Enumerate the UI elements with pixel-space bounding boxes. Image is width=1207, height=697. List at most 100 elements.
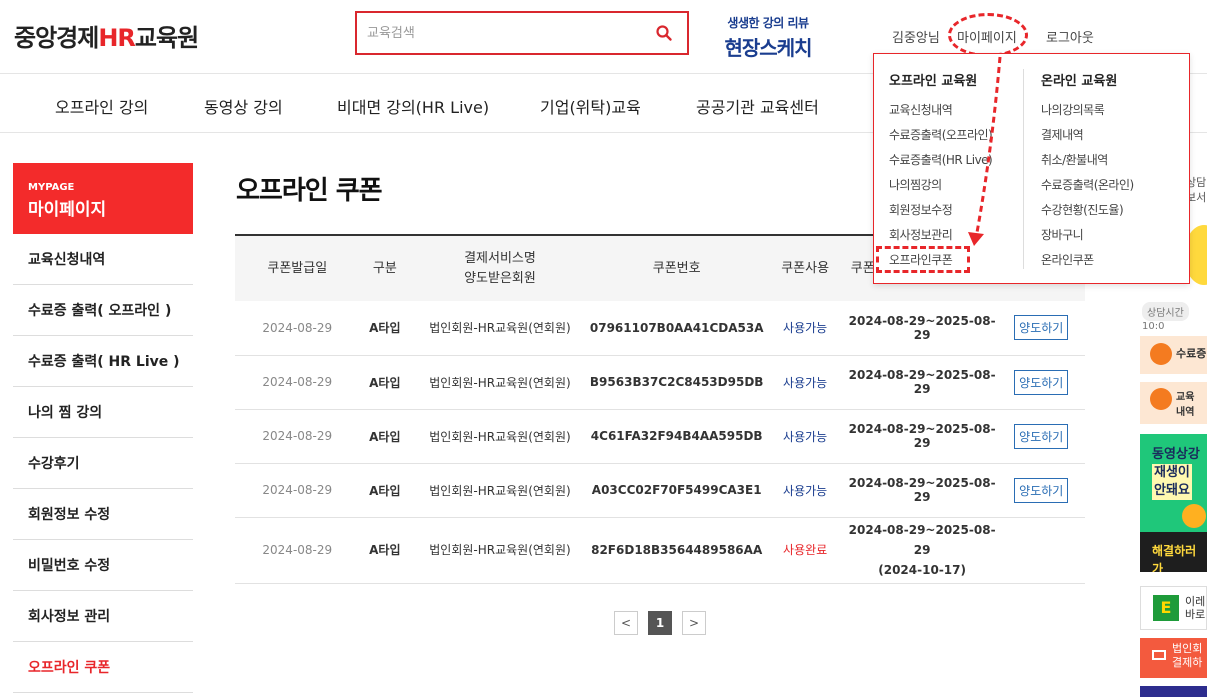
video-help-line3: 안돼요: [1152, 482, 1192, 500]
video-help-bottom: 해결하러 가: [1140, 532, 1207, 572]
sidebar-item-certificate-hrlive[interactable]: 수료증 출력( HR Live ): [13, 336, 193, 387]
cell-status: 사용가능: [763, 355, 847, 410]
dropdown-item-progress[interactable]: 수강현황(진도율): [1041, 201, 1134, 226]
surprised-emoji-icon: [1182, 504, 1206, 528]
video-help-line2-wrap: 재생이: [1152, 464, 1207, 482]
sidebar-item-reviews[interactable]: 수강후기: [13, 438, 193, 489]
cell-service: 법인회원-HR교육원(연회원): [410, 301, 590, 356]
dropdown-item-online-coupon[interactable]: 온라인쿠폰: [1041, 251, 1134, 276]
certificate-quick-banner[interactable]: 수료증: [1140, 336, 1207, 374]
logout-link[interactable]: 로그아웃: [1046, 27, 1094, 46]
cell-status: 사용완료: [763, 517, 847, 584]
certificate-icon: [1150, 343, 1172, 365]
dropdown-online-list: 나의강의목록 결제내역 취소/환불내역 수료증출력(온라인) 수강현황(진도율)…: [1041, 101, 1134, 276]
cell-type: A타입: [359, 409, 411, 464]
cell-date: 2024-08-29: [235, 517, 360, 584]
e-logo-icon: E: [1153, 595, 1179, 621]
sidebar-item-company-info[interactable]: 회사정보 관리: [13, 591, 193, 642]
corporate-payment-banner[interactable]: 법인회 결제하: [1140, 638, 1207, 678]
search-icon[interactable]: [655, 24, 673, 42]
dropdown-item-refunds[interactable]: 취소/환불내역: [1041, 151, 1134, 176]
cell-status: 사용가능: [763, 301, 847, 356]
cell-date: 2024-08-29: [235, 463, 360, 518]
document-icon: [1150, 388, 1172, 410]
dropdown-online-title: 온라인 교육원: [1041, 74, 1118, 89]
cell-code: 4C61FA32F94B4AA595DB: [589, 409, 764, 464]
dropdown-item-certificate-online[interactable]: 수료증출력(온라인): [1041, 176, 1134, 201]
nav-video-lecture[interactable]: 동영상 강의: [204, 94, 283, 118]
th-issue-date: 쿠폰발급일: [235, 234, 360, 301]
cell-action: [997, 517, 1085, 584]
transfer-button[interactable]: 양도하기: [1014, 315, 1069, 341]
dropdown-item-my-courses[interactable]: 나의강의목록: [1041, 101, 1134, 126]
cell-period: 2024-08-29~2025-08-29: [846, 409, 998, 464]
nav-public-center[interactable]: 공공기관 교육센터: [696, 94, 819, 118]
dropdown-item-certificate-offline[interactable]: 수료증출력(오프라인): [889, 126, 993, 151]
dropdown-item-cart[interactable]: 장바구니: [1041, 226, 1134, 251]
table-row: 2024-08-29 A타입 법인회원-HR교육원(연회원) B9563B37C…: [235, 355, 1085, 410]
card-icon: [1152, 650, 1166, 660]
logo-text-prefix: 중앙경제: [14, 24, 99, 52]
consult-hours-value: 10:0: [1142, 321, 1165, 332]
nav-offline-lecture[interactable]: 오프라인 강의: [55, 94, 148, 118]
cell-service: 법인회원-HR교육원(연회원): [410, 355, 590, 410]
pager-next-button[interactable]: >: [682, 611, 706, 635]
cell-date: 2024-08-29: [235, 301, 360, 356]
cell-service: 법인회원-HR교육원(연회원): [410, 517, 590, 584]
video-help-line1: 동영상강: [1152, 447, 1200, 462]
site-sketch-banner[interactable]: 생생한 강의 리뷰 현장스케치: [710, 14, 826, 61]
table-row: 2024-08-29 A타입 법인회원-HR교육원(연회원) 82F6D18B3…: [235, 517, 1085, 584]
cell-date: 2024-08-29: [235, 355, 360, 410]
dropdown-item-certificate-hrlive[interactable]: 수료증출력(HR Live): [889, 151, 993, 176]
nav-hr-live[interactable]: 비대면 강의(HR Live): [337, 94, 489, 118]
video-help-line2: 재생이: [1152, 464, 1192, 482]
video-help-line3-wrap: 안돼요: [1152, 482, 1207, 500]
cell-status: 사용가능: [763, 409, 847, 464]
sidebar-item-certificate-offline[interactable]: 수료증 출력( 오프라인 ): [13, 285, 193, 336]
cell-date: 2024-08-29: [235, 409, 360, 464]
transfer-button[interactable]: 양도하기: [1014, 477, 1069, 503]
table-row: 2024-08-29 A타입 법인회원-HR교육원(연회원) A03CC02F7…: [235, 463, 1085, 518]
cell-period: 2024-08-29~2025-08-29 (2024-10-17): [846, 517, 998, 584]
sidebar-item-edit-profile[interactable]: 회원정보 수정: [13, 489, 193, 540]
period-used-date: (2024-10-17): [878, 563, 966, 577]
cell-code: 07961107B0AA41CDA53A: [589, 301, 764, 356]
user-name: 김중앙님: [892, 31, 940, 46]
cell-action: 양도하기: [997, 301, 1085, 356]
dropdown-item-wishlist[interactable]: 나의찜강의: [889, 176, 992, 201]
th-type: 구분: [359, 234, 411, 301]
cell-action: 양도하기: [997, 355, 1085, 410]
pagination: < 1 >: [614, 611, 706, 635]
cell-code: A03CC02F70F5499CA3E1: [589, 463, 764, 518]
period-range: 2024-08-29~2025-08-29: [848, 523, 996, 557]
education-history-banner[interactable]: 교육 내역: [1140, 382, 1207, 424]
pager-page-1[interactable]: 1: [648, 611, 672, 635]
dropdown-item-edit-profile[interactable]: 회원정보수정: [889, 201, 992, 226]
sidebar-item-change-password[interactable]: 비밀번호 수정: [13, 540, 193, 591]
cell-service: 법인회원-HR교육원(연회원): [410, 409, 590, 464]
mypage-sidebar: MYPAGE 마이페이지 교육신청내역 수료증 출력( 오프라인 ) 수료증 출…: [13, 163, 193, 693]
search-input[interactable]: [367, 23, 637, 43]
sidebar-item-offline-coupon[interactable]: 오프라인 쿠폰: [13, 642, 193, 693]
sidebar-item-wishlist[interactable]: 나의 찜 강의: [13, 387, 193, 438]
transfer-button[interactable]: 양도하기: [1014, 423, 1069, 449]
dropdown-item-payments[interactable]: 결제내역: [1041, 126, 1134, 151]
e-learning-banner[interactable]: E 이레 바로: [1140, 586, 1207, 630]
site-logo[interactable]: 중앙경제HR교육원: [14, 18, 199, 53]
cell-service: 법인회원-HR교육원(연회원): [410, 463, 590, 518]
sidebar-list: 교육신청내역 수료증 출력( 오프라인 ) 수료증 출력( HR Live ) …: [13, 234, 193, 693]
transfer-button[interactable]: 양도하기: [1014, 369, 1069, 395]
sidebar-header-en: MYPAGE: [28, 182, 75, 193]
bottom-dark-banner[interactable]: [1140, 686, 1207, 697]
cell-period: 2024-08-29~2025-08-29: [846, 463, 998, 518]
video-help-banner[interactable]: 동영상강 재생이 안돼요 해결하러 가: [1140, 434, 1207, 572]
promo-subtitle: 생생한 강의 리뷰: [727, 16, 809, 30]
table-row: 2024-08-29 A타입 법인회원-HR교육원(연회원) 4C61FA32F…: [235, 409, 1085, 464]
nav-corporate-training[interactable]: 기업(위탁)교육: [540, 94, 641, 118]
cell-status: 사용가능: [763, 463, 847, 518]
dropdown-item-applications[interactable]: 교육신청내역: [889, 101, 992, 126]
sidebar-item-applications[interactable]: 교육신청내역: [13, 234, 193, 285]
sidebar-header-ko: 마이페이지: [28, 200, 107, 220]
sidebar-header: MYPAGE 마이페이지: [13, 163, 193, 234]
pager-prev-button[interactable]: <: [614, 611, 638, 635]
